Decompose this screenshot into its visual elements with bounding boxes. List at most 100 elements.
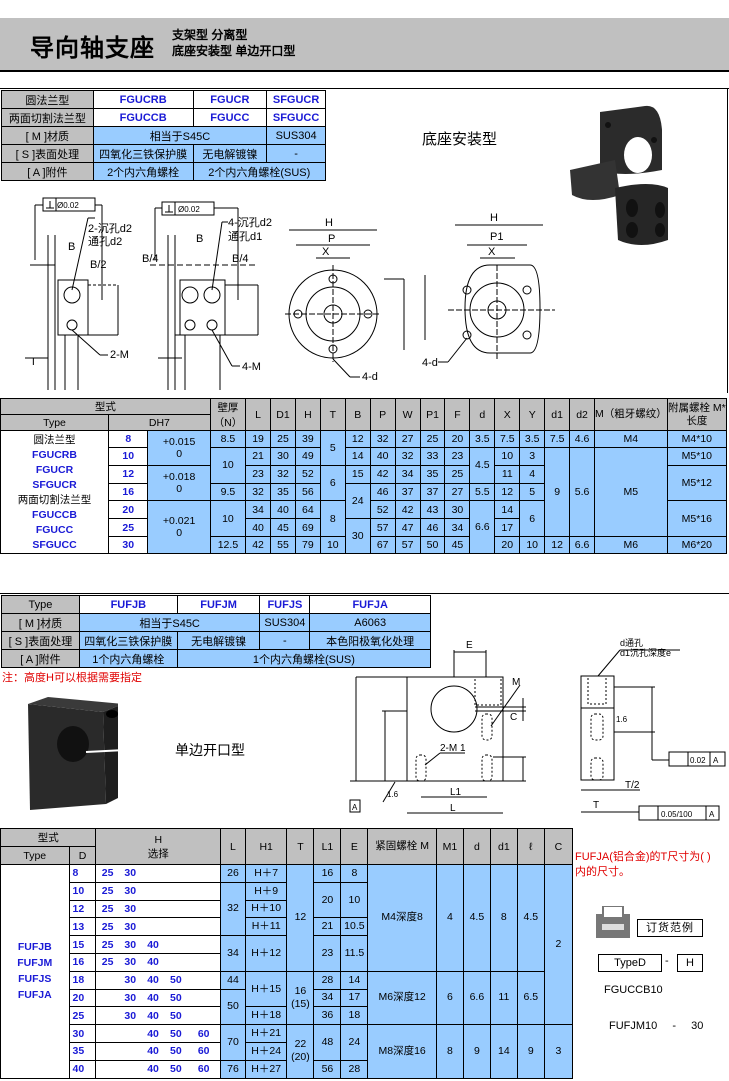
cell-N: 12.5 [209, 536, 247, 554]
cell-E: 10.5 [340, 917, 369, 937]
label-M: M [512, 677, 520, 688]
cell-N: 10 [209, 447, 247, 484]
cell-T: 8 [319, 500, 346, 537]
cell-L1: 34 [313, 988, 342, 1008]
label-d1-counterbore: d1沉孔深度e [620, 647, 671, 658]
cell-H-option: 50 [164, 1006, 188, 1026]
surface-value: - [259, 631, 311, 650]
product-photo-flange [570, 105, 668, 245]
front-view-round-flange [285, 229, 405, 378]
cell-F: 30 [444, 500, 471, 520]
cell-D: 15 [68, 935, 97, 954]
spec-label: 两面切割法兰型 [1, 108, 94, 127]
col-T: T [319, 398, 346, 431]
cell-d2: 6.6 [569, 536, 595, 554]
cell-bolt: M4*10 [666, 430, 728, 448]
cell-H-option [118, 1059, 142, 1079]
cell-H-option: 30 [118, 952, 142, 972]
col-M: M（粗牙螺纹） [594, 398, 668, 431]
cell-F: 34 [444, 518, 471, 537]
cell-L1: 28 [313, 970, 342, 990]
cell-X: 11 [494, 464, 521, 484]
cell-F: 23 [444, 447, 471, 466]
label-parallel: 0.02 [690, 756, 706, 765]
height-note: 注：高度H可以根据需要指定 [2, 672, 142, 684]
cell-Y: 3 [519, 447, 546, 466]
cell-H-option: 60 [187, 1041, 222, 1061]
col-E: E [340, 828, 369, 865]
cell-W: 34 [394, 464, 421, 484]
col-F: F [444, 398, 471, 431]
type-name: 两面切割法兰型 [17, 494, 92, 506]
col-D1: D1 [270, 398, 296, 431]
cell-H1: H＋10 [244, 899, 288, 919]
cell-d2: 5.6 [569, 447, 595, 537]
cell-L: 34 [220, 935, 246, 972]
cell-F: 45 [444, 536, 471, 554]
page-header: 导向轴支座 支架型 分离型 底座安装型 单边开口型 [0, 18, 729, 72]
note-line-2: 内的尺寸。 [575, 866, 630, 878]
cell-L: 19 [245, 430, 272, 448]
cell-D: 12 [108, 464, 149, 484]
cell-H-option: 30 [118, 988, 142, 1008]
cell-d1: 8 [489, 864, 518, 972]
type-fufja: FUFJA [309, 595, 431, 614]
type-name: FUFJB [17, 941, 52, 954]
cell-B: 30 [344, 518, 371, 554]
printer-icon [596, 906, 630, 938]
cell-Y: 3.5 [519, 430, 546, 448]
cell-Y: 10 [519, 536, 546, 554]
col-d1: d1 [544, 398, 571, 431]
label-4d-b: 4-d [422, 357, 438, 369]
cell-E: 17 [340, 988, 369, 1008]
col-type: Type [0, 846, 70, 865]
col-group-type: 型式 [0, 398, 211, 415]
section-caption-base: 底座安装型 [422, 131, 498, 148]
section-divider [0, 593, 729, 594]
spec-label: [ M ]材质 [1, 126, 94, 145]
label-B-2: B [196, 233, 203, 245]
cell-L: 21 [245, 447, 272, 466]
type-name: FUFJS [18, 973, 52, 986]
dimension-table-open: 型式 H 选择 L H1 T L1 E 紧固螺栓 M M1 d d1 ℓ C Ty… [0, 828, 574, 1079]
label-T: T [30, 356, 37, 368]
cell-H-option: 60 [187, 1059, 222, 1079]
cell-H-option [141, 917, 165, 937]
cell-D1: 45 [270, 518, 296, 537]
cell-P1: 46 [419, 518, 446, 537]
col-wall: 壁厚（N） [209, 398, 247, 431]
cell-P: 40 [369, 447, 396, 466]
cell-H1: H＋11 [244, 917, 288, 937]
order-example-2: FUFJM10 - 30 [609, 1020, 703, 1032]
cell-M: M5 [594, 447, 668, 537]
cell-T: 6 [319, 464, 346, 502]
col-dh7: DH7 [108, 414, 211, 431]
label-perp: 0.05/100 [661, 810, 693, 819]
cell-H-option: 40 [141, 1041, 165, 1061]
cell-W: 47 [394, 518, 421, 537]
label-C: C [510, 712, 517, 723]
order-type-box: TypeD [598, 954, 662, 972]
cell-X: 14 [494, 500, 521, 520]
cell-P: 67 [369, 536, 396, 554]
cell-H1: H＋15 [244, 970, 288, 1008]
type-name: FGUCC [35, 524, 74, 536]
cell-T: 22 (20) [286, 1024, 315, 1079]
cell-bolt: M5*12 [666, 464, 728, 502]
cell-H1: H＋18 [244, 1006, 288, 1026]
cell-tol: +0.018 0 [147, 464, 211, 502]
cell-L: 44 [220, 970, 246, 990]
cell-L: 34 [245, 500, 272, 520]
type-sfgucc: SFGUCC [266, 108, 326, 127]
type-fufjb: FUFJB [78, 595, 178, 614]
example-h: 30 [691, 1020, 704, 1032]
type-fufjm: FUFJM [176, 595, 261, 614]
cell-M1: 6 [435, 970, 464, 1026]
col-Y: Y [519, 398, 546, 431]
cell-Y: 5 [519, 482, 546, 502]
cell-E: 14 [340, 970, 369, 990]
cell-D: 8 [68, 864, 97, 883]
cell-H-option: 40 [141, 970, 165, 990]
table-row: 18 30 40 50 44 H＋15 16 (15) 28 14 M6深度12 6 6.6 11 6.5 [1, 970, 573, 1026]
cell-bolt: M5*16 [666, 500, 728, 537]
